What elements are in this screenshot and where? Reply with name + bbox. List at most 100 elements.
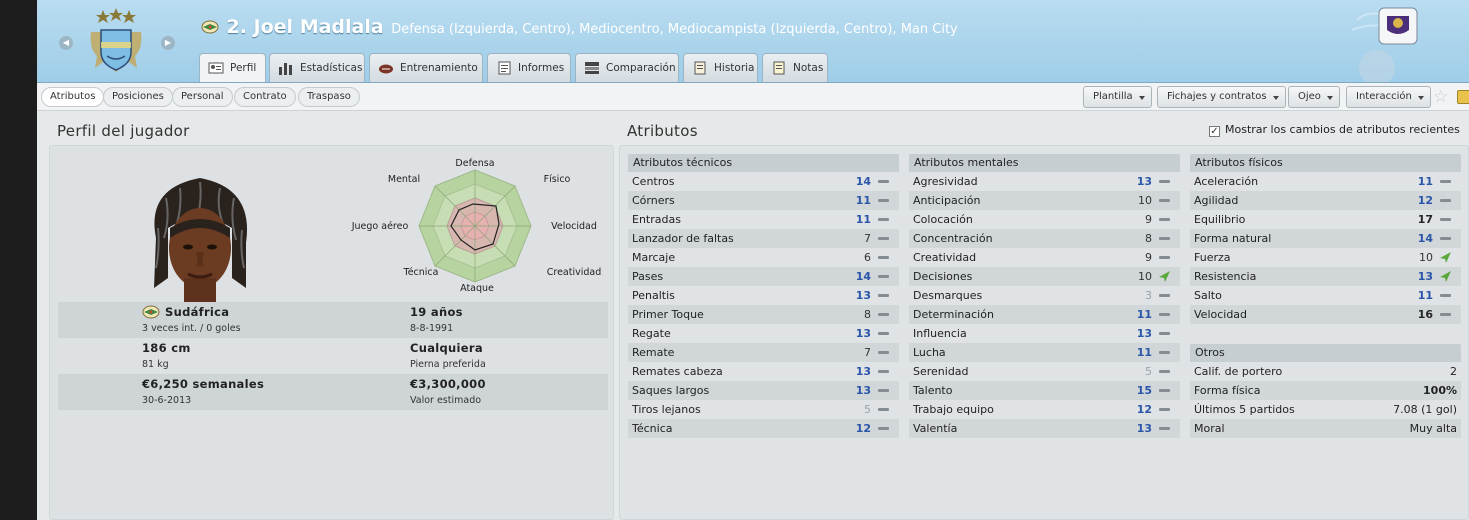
plantilla-dropdown[interactable]: Plantilla <box>1083 86 1152 108</box>
notebook-icon[interactable] <box>1457 90 1469 104</box>
attribute-value: 3 <box>1145 289 1152 302</box>
attribute-row-tiros-lejanos[interactable]: Tiros lejanos 5 <box>628 400 899 419</box>
club-crest-icon[interactable] <box>87 8 145 76</box>
attribute-row-centros[interactable]: Centros 14 <box>628 172 899 191</box>
attribute-row-entradas[interactable]: Entradas 11 <box>628 210 899 229</box>
attribute-row-remates-cabeza[interactable]: Remates cabeza 13 <box>628 362 899 381</box>
attribute-value: 14 <box>855 270 871 283</box>
trend-up-arrow-icon <box>1440 267 1451 286</box>
attribute-value: 8 <box>864 308 871 321</box>
attribute-row-trabajo-equipo[interactable]: Trabajo equipo 12 <box>909 400 1180 419</box>
attribute-row-salto[interactable]: Salto 11 <box>1190 286 1461 305</box>
interaccion-dropdown[interactable]: Interacción <box>1346 86 1431 108</box>
attribute-name: Penaltis <box>632 289 675 302</box>
attribute-row-desmarques[interactable]: Desmarques 3 <box>909 286 1180 305</box>
checkbox-checked-icon[interactable]: ✓ <box>1209 126 1220 137</box>
fichajes-contratos-dropdown[interactable]: Fichajes y contratos <box>1157 86 1286 108</box>
attribute-row-lanzador-de-faltas[interactable]: Lanzador de faltas 7 <box>628 229 899 248</box>
tab-comparacion[interactable]: Comparación <box>575 53 679 82</box>
attribute-radar-chart: Defensa Físico Velocidad Creatividad Ata… <box>351 158 602 294</box>
tab-perfil[interactable]: Perfil <box>199 53 266 82</box>
attribute-row-serenidad[interactable]: Serenidad 5 <box>909 362 1180 381</box>
attribute-row-aceleracion[interactable]: Aceleración 11 <box>1190 172 1461 191</box>
tab-entrenamiento[interactable]: Entrenamiento <box>369 53 483 82</box>
radar-label-velocidad: Velocidad <box>551 221 597 232</box>
info-row-nationality-age: Sudáfrica 3 veces int. / 0 goles 19 años… <box>58 302 608 338</box>
info-row-wage-value: €6,250 semanales 30-6-2013 €3,300,000 Va… <box>58 374 608 410</box>
attribute-row-agresividad[interactable]: Agresividad 13 <box>909 172 1180 191</box>
attribute-row-lucha[interactable]: Lucha 11 <box>909 343 1180 362</box>
attribute-name: Saques largos <box>632 384 710 397</box>
attribute-row-creatividad[interactable]: Creatividad 9 <box>909 248 1180 267</box>
previous-arrow-icon[interactable]: ◀ <box>59 36 73 50</box>
attribute-value: 9 <box>1145 213 1152 226</box>
attribute-row-penaltis[interactable]: Penaltis 13 <box>628 286 899 305</box>
nationality[interactable]: Sudáfrica <box>165 305 229 319</box>
attribute-row-agilidad[interactable]: Agilidad 12 <box>1190 191 1461 210</box>
preferred-foot: Cualquiera <box>410 341 483 355</box>
attribute-row-primer-toque[interactable]: Primer Toque 8 <box>628 305 899 324</box>
tab-estadisticas[interactable]: Estadísticas <box>269 53 365 82</box>
trend-flat-icon <box>878 191 889 210</box>
attribute-name: Velocidad <box>1194 308 1248 321</box>
attribute-value: 11 <box>855 194 871 207</box>
attribute-name: Tiros lejanos <box>632 403 701 416</box>
attribute-value: 13 <box>855 327 871 340</box>
player-height: 186 cm <box>142 341 191 355</box>
estimated-value: €3,300,000 <box>410 377 486 391</box>
attribute-row-anticipacion[interactable]: Anticipación 10 <box>909 191 1180 210</box>
attribute-row-equilibrio[interactable]: Equilibrio 17 <box>1190 210 1461 229</box>
attribute-value: 11 <box>1417 289 1433 302</box>
show-attribute-changes-checkbox[interactable]: ✓ Mostrar los cambios de atributos recien… <box>1209 123 1460 137</box>
attribute-row-saques-largos[interactable]: Saques largos 13 <box>628 381 899 400</box>
attribute-row-influencia[interactable]: Influencia 13 <box>909 324 1180 343</box>
trend-up-arrow-icon <box>1159 267 1170 286</box>
trend-flat-icon <box>1159 248 1170 267</box>
attribute-name: Decisiones <box>913 270 973 283</box>
attribute-row-determinacion[interactable]: Determinación 11 <box>909 305 1180 324</box>
mental-attributes: Atributos mentales Agresividad 13 Anticipa… <box>909 154 1180 438</box>
trend-flat-icon <box>1159 210 1170 229</box>
tab-historia[interactable]: Historia <box>683 53 758 82</box>
next-arrow-icon[interactable]: ▶ <box>161 36 175 50</box>
attribute-row-forma-natural[interactable]: Forma natural 14 <box>1190 229 1461 248</box>
attribute-row-fuerza[interactable]: Fuerza 10 <box>1190 248 1461 267</box>
attribute-row-concentracion[interactable]: Concentración 8 <box>909 229 1180 248</box>
attribute-name: Influencia <box>913 327 967 340</box>
subtab-atributos[interactable]: Atributos <box>41 87 105 107</box>
tab-notas[interactable]: Notas <box>762 53 828 82</box>
attribute-value: 9 <box>1145 251 1152 264</box>
trend-flat-icon <box>1159 324 1170 343</box>
attribute-value: 14 <box>855 175 871 188</box>
attribute-row-regate[interactable]: Regate 13 <box>628 324 899 343</box>
report-icon <box>498 61 511 75</box>
attribute-row-tecnica[interactable]: Técnica 12 <box>628 419 899 438</box>
info-row-height-foot: 186 cm 81 kg Cualquiera Pierna preferida <box>58 338 608 374</box>
attribute-name: Técnica <box>632 422 673 435</box>
subtab-personal[interactable]: Personal <box>172 87 233 107</box>
nationality-flag-icon <box>201 20 219 34</box>
attribute-row-remate[interactable]: Remate 7 <box>628 343 899 362</box>
attribute-row-velocidad[interactable]: Velocidad 16 <box>1190 305 1461 324</box>
attribute-row-valentia[interactable]: Valentía 13 <box>909 419 1180 438</box>
tab-informes[interactable]: Informes <box>487 53 571 82</box>
attribute-row-resistencia[interactable]: Resistencia 13 <box>1190 267 1461 286</box>
attribute-row-corners[interactable]: Córners 11 <box>628 191 899 210</box>
trend-flat-icon <box>878 343 889 362</box>
attribute-row-talento[interactable]: Talento 15 <box>909 381 1180 400</box>
trend-flat-icon <box>1159 381 1170 400</box>
ojeo-dropdown[interactable]: Ojeo <box>1288 86 1340 108</box>
subtab-contrato[interactable]: Contrato <box>234 87 296 107</box>
other-row-calif-de-portero: Calif. de portero 2 <box>1190 362 1461 381</box>
attribute-row-marcaje[interactable]: Marcaje 6 <box>628 248 899 267</box>
attribute-row-pases[interactable]: Pases 14 <box>628 267 899 286</box>
other-row-ultimos-5-partidos: Últimos 5 partidos 7.08 (1 gol) <box>1190 400 1461 419</box>
attribute-row-colocacion[interactable]: Colocación 9 <box>909 210 1180 229</box>
favorite-star-icon[interactable]: ☆ <box>1433 88 1448 106</box>
subtab-traspaso[interactable]: Traspaso <box>298 87 360 107</box>
attribute-name: Desmarques <box>913 289 983 302</box>
attribute-name: Remate <box>632 346 675 359</box>
attribute-row-decisiones[interactable]: Decisiones 10 <box>909 267 1180 286</box>
subtab-posiciones[interactable]: Posiciones <box>103 87 173 107</box>
attribute-value: 11 <box>1136 346 1152 359</box>
